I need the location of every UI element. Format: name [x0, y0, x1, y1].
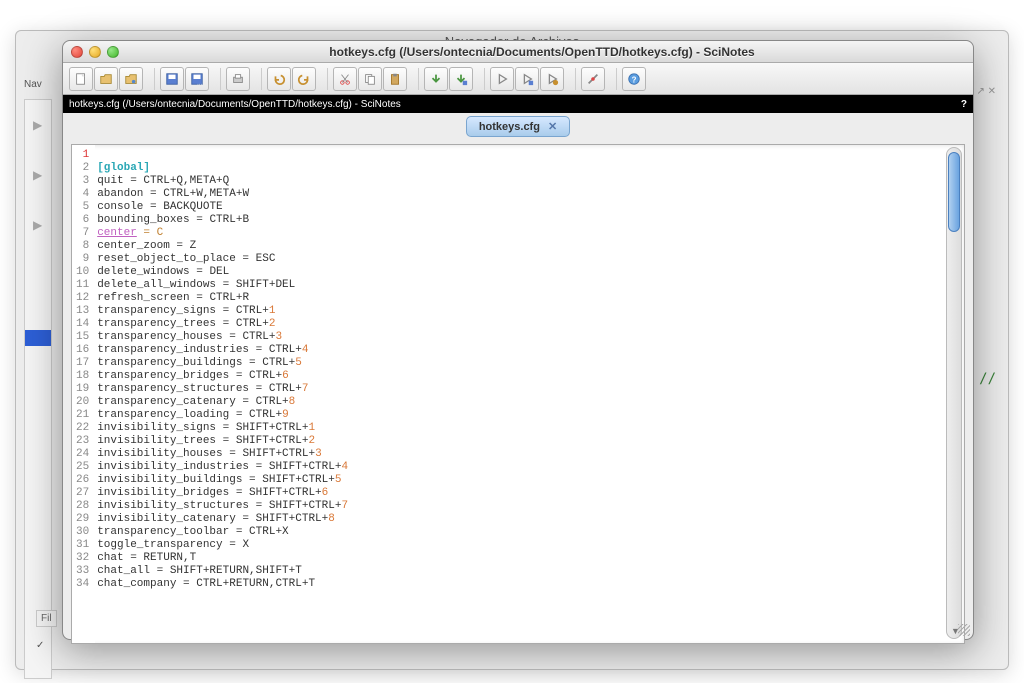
tree-arrow-icon[interactable]: ▶ — [25, 100, 51, 150]
resize-handle[interactable] — [958, 624, 970, 636]
undo-button[interactable] — [267, 67, 291, 91]
bg-checkbox[interactable]: ✓ — [36, 640, 44, 651]
help-button[interactable]: ? — [622, 67, 646, 91]
open-file-button[interactable] — [94, 67, 118, 91]
print-button[interactable] — [226, 67, 250, 91]
new-file-button[interactable] — [69, 67, 93, 91]
close-tab-icon[interactable]: ✕ — [548, 120, 557, 133]
svg-text:?: ? — [632, 75, 637, 84]
redo-button[interactable] — [292, 67, 316, 91]
execute-save-button[interactable] — [449, 67, 473, 91]
svg-text:…: … — [197, 80, 202, 86]
code-editor[interactable]: 1234567891011121314151617181920212223242… — [72, 145, 964, 643]
vertical-scrollbar[interactable]: ▼ — [946, 147, 962, 639]
cut-button[interactable] — [333, 67, 357, 91]
tree-selected-item[interactable] — [25, 330, 51, 346]
toolbar: … ? — [63, 63, 973, 95]
window-title: hotkeys.cfg (/Users/ontecnia/Documents/O… — [119, 45, 965, 59]
line-number-gutter: 1234567891011121314151617181920212223242… — [72, 145, 95, 643]
minimize-icon[interactable] — [89, 46, 101, 58]
save-as-button[interactable]: … — [185, 67, 209, 91]
bg-comment-text: // — [979, 371, 996, 387]
traffic-lights[interactable] — [71, 46, 119, 58]
scinotes-window: hotkeys.cfg (/Users/ontecnia/Documents/O… — [62, 40, 974, 640]
code-content[interactable]: [global]quit = CTRL+Q,META+Qabandon = CT… — [95, 145, 964, 643]
bg-filter-label: Fil — [36, 610, 57, 627]
preferences-button[interactable] — [581, 67, 605, 91]
tab-bar: hotkeys.cfg ✕ — [63, 113, 973, 140]
titlebar[interactable]: hotkeys.cfg (/Users/ontecnia/Documents/O… — [63, 41, 973, 63]
scrollbar-thumb[interactable] — [948, 152, 960, 232]
close-icon[interactable] — [71, 46, 83, 58]
paste-button[interactable] — [383, 67, 407, 91]
help-icon[interactable]: ? — [961, 99, 967, 110]
play-config-button[interactable] — [540, 67, 564, 91]
editor-area: 1234567891011121314151617181920212223242… — [71, 144, 965, 644]
document-tab[interactable]: hotkeys.cfg ✕ — [466, 116, 570, 137]
tab-label: hotkeys.cfg — [479, 121, 540, 133]
tree-arrow-icon[interactable]: ▶ — [25, 150, 51, 200]
play-button[interactable] — [490, 67, 514, 91]
bg-side-panel: ▶ ▶ ▶ — [24, 99, 52, 679]
execute-button[interactable] — [424, 67, 448, 91]
open-recent-button[interactable] — [119, 67, 143, 91]
bg-nav-label: Nav — [24, 79, 42, 90]
copy-button[interactable] — [358, 67, 382, 91]
zoom-icon[interactable] — [107, 46, 119, 58]
document-path-text: hotkeys.cfg (/Users/ontecnia/Documents/O… — [69, 99, 401, 110]
bg-window-controls[interactable]: ↗ ✕ — [976, 86, 996, 97]
tree-arrow-icon[interactable]: ▶ — [25, 200, 51, 250]
save-button[interactable] — [160, 67, 184, 91]
document-path-bar: hotkeys.cfg (/Users/ontecnia/Documents/O… — [63, 95, 973, 113]
play-save-button[interactable] — [515, 67, 539, 91]
